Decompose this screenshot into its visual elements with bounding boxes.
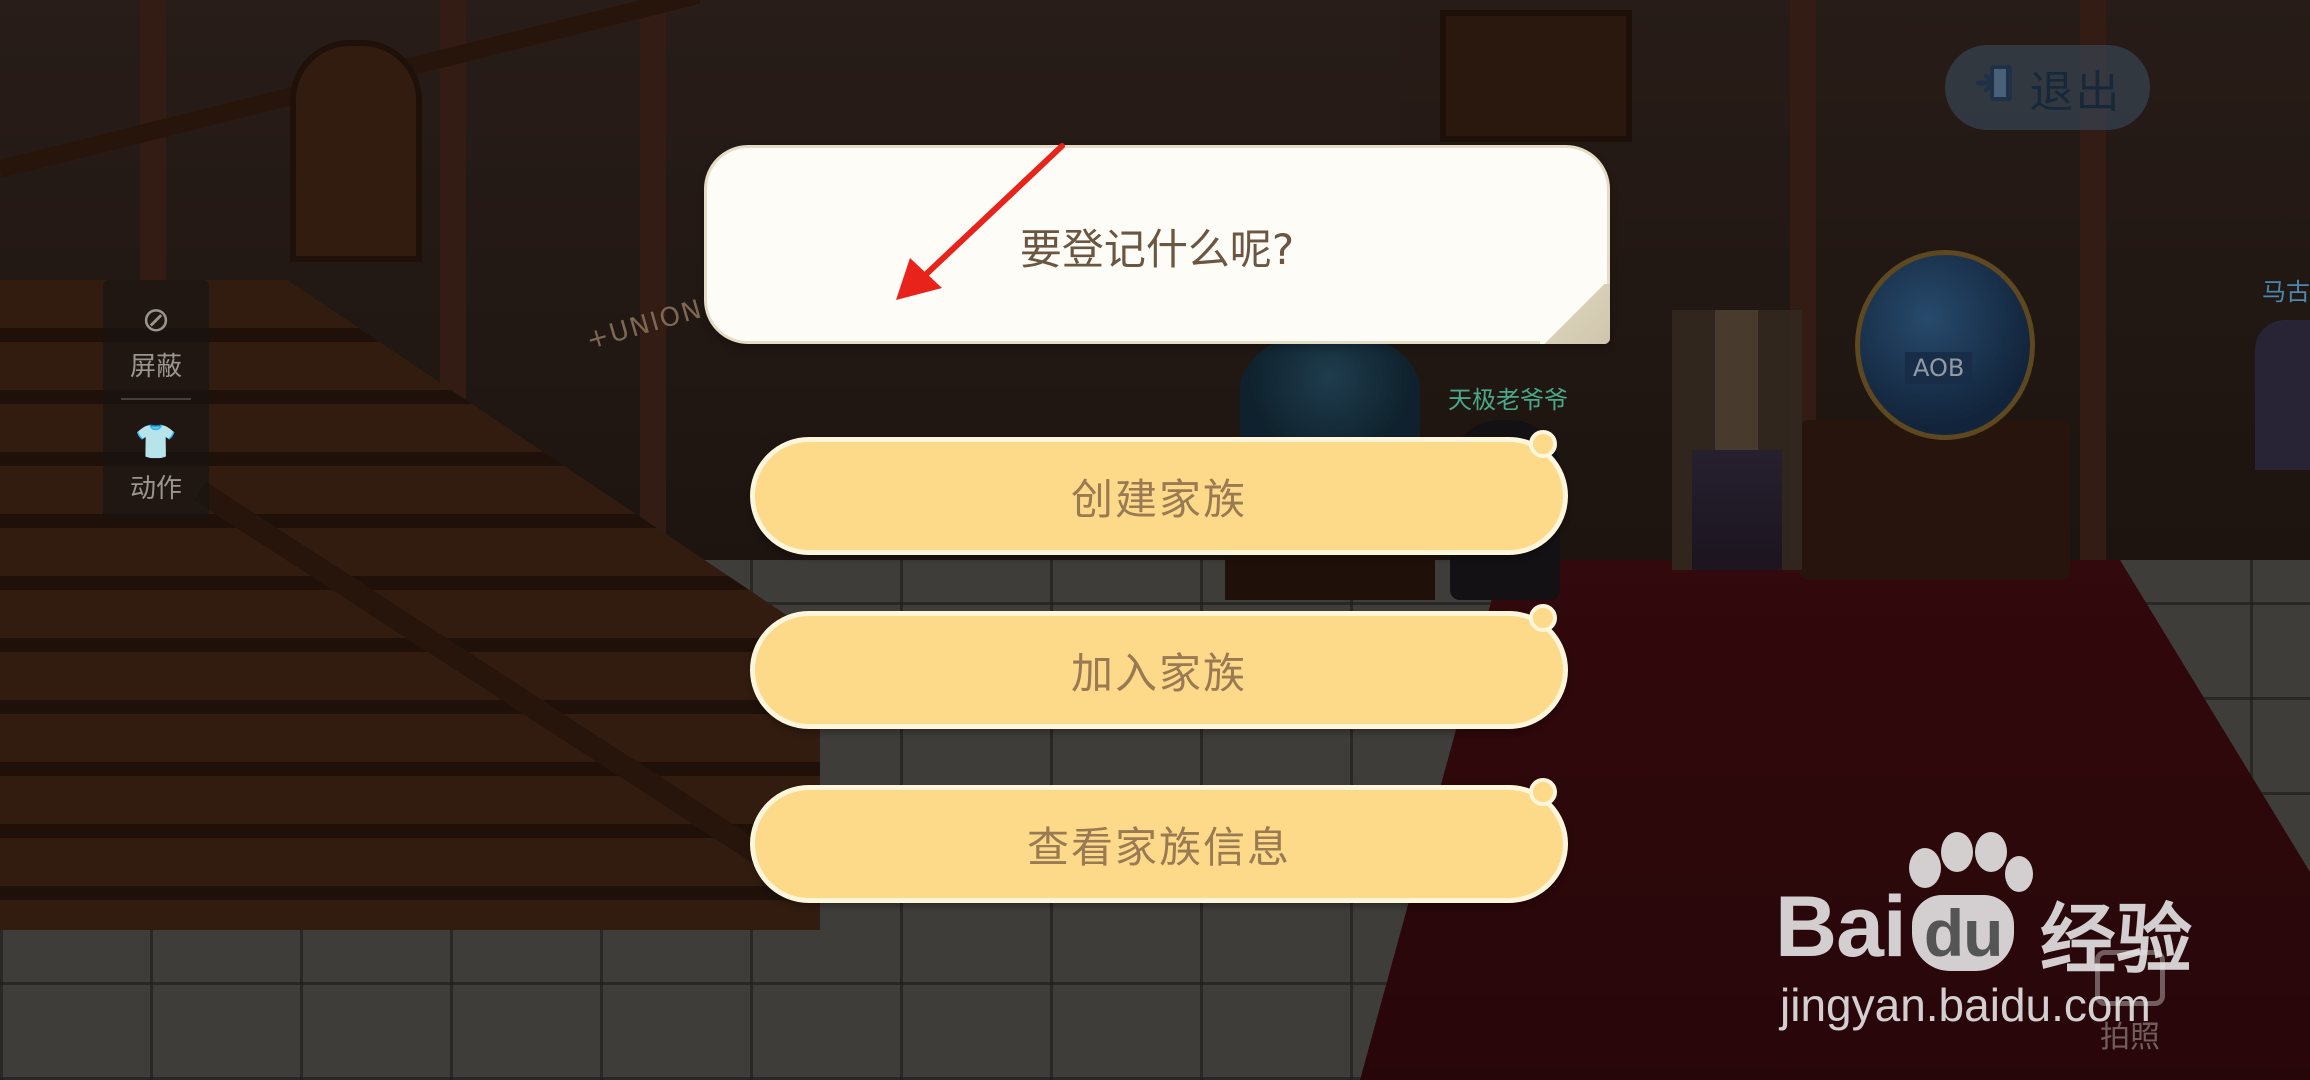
logo-prefix: Bai (1775, 879, 1907, 975)
baidu-watermark-logo: Bai du (1775, 878, 2020, 977)
logo-du: du (1911, 895, 2015, 971)
watermark-url: jingyan.baidu.com (1780, 979, 2151, 1031)
watermark-jingyan: 经验 (2040, 895, 2192, 984)
